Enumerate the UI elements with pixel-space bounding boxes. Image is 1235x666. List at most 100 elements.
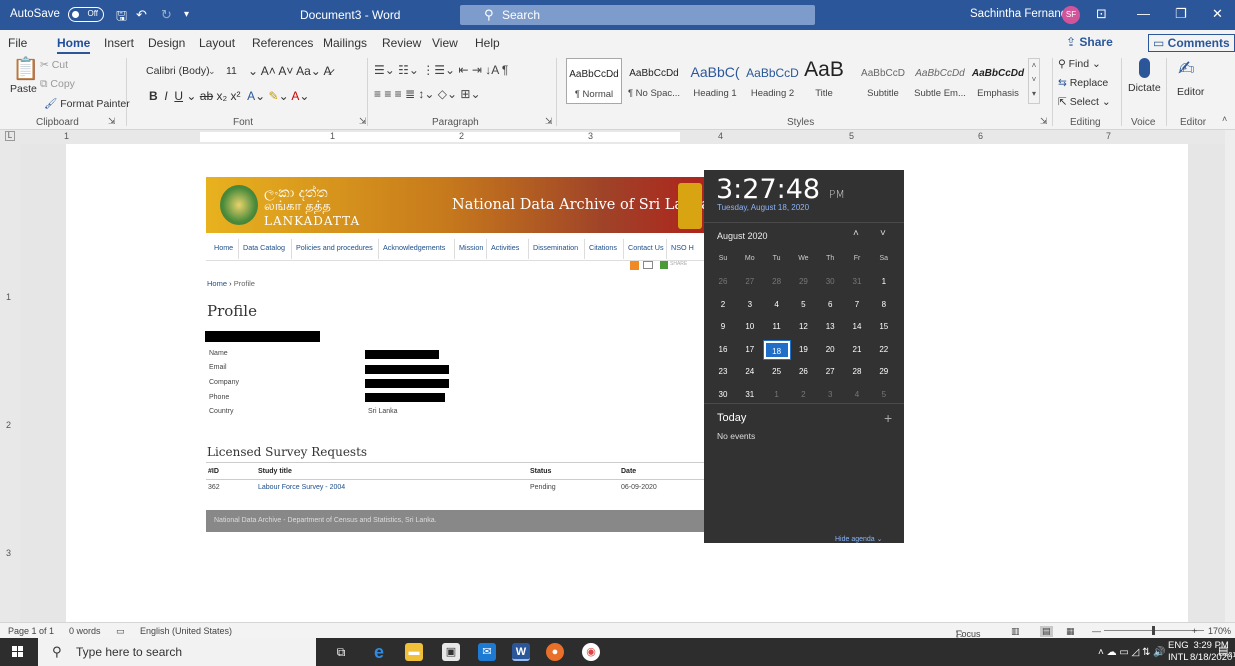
style-no-spacing[interactable]: AaBbCcDd ¶ No Spac... xyxy=(624,58,684,104)
editor-button[interactable]: Editor xyxy=(1177,86,1204,98)
style-emphasis[interactable]: AaBbCcDd Emphasis xyxy=(970,58,1026,104)
calendar-day[interactable]: 20 xyxy=(817,341,843,359)
zoom-level[interactable]: 170% xyxy=(1208,626,1231,636)
calendar-day[interactable]: 26 xyxy=(710,273,736,291)
customize-qat-icon[interactable]: ▾ xyxy=(184,9,189,20)
calendar-day[interactable]: 4 xyxy=(844,386,870,404)
vertical-scrollbar[interactable] xyxy=(1225,130,1235,622)
font-launcher-icon[interactable]: ⇲ xyxy=(359,116,367,127)
nav-item-home[interactable]: Home xyxy=(214,243,233,252)
calendar-day[interactable]: 11 xyxy=(764,318,790,336)
calendar-day[interactable]: 22 xyxy=(871,341,897,359)
calendar-day[interactable]: 12 xyxy=(790,318,816,336)
tab-file[interactable]: File xyxy=(8,36,27,50)
find-button[interactable]: ⚲ Find ⌄ xyxy=(1058,58,1101,70)
editor-icon[interactable]: ✍ xyxy=(1178,56,1195,81)
system-tray-icons[interactable]: ˄ ☁ ▭ ◿ ⇅ 🔊 xyxy=(1098,647,1166,658)
add-event-icon[interactable]: + xyxy=(884,410,892,426)
replace-button[interactable]: ⇆ Replace xyxy=(1058,77,1108,89)
calendar-day[interactable]: 30 xyxy=(710,386,736,404)
calendar-day[interactable]: 2 xyxy=(710,296,736,314)
windows-start-icon[interactable] xyxy=(12,646,24,658)
nav-item-citations[interactable]: Citations xyxy=(589,243,617,252)
search-box[interactable]: ⚲ Search xyxy=(460,5,815,25)
document-page[interactable]: ලංකා දත්ත லங்கா தத்த LANKADATTA National… xyxy=(66,144,1188,622)
input-language[interactable]: ENG INTL xyxy=(1168,640,1189,664)
font-format-icons[interactable]: B I U ⌄ ab x₂ x² A⌄ ✎⌄ A⌄ xyxy=(149,89,309,103)
tab-home[interactable]: Home xyxy=(57,36,91,55)
chevron-down-icon[interactable]: ⌄ xyxy=(208,66,216,77)
email-icon[interactable] xyxy=(643,261,653,269)
print-layout-icon[interactable]: ▤ xyxy=(1040,626,1053,637)
calendar-day[interactable]: 28 xyxy=(764,273,790,291)
style-normal[interactable]: AaBbCcDd ¶ Normal xyxy=(566,58,622,104)
font-size-dropdown[interactable]: 11 xyxy=(226,65,237,77)
web-layout-icon[interactable]: ▦ xyxy=(1066,626,1075,637)
save-icon[interactable]: 🖫 xyxy=(116,7,127,29)
study-title-link[interactable]: Labour Force Survey - 2004 xyxy=(258,484,345,491)
user-name[interactable]: Sachintha Fernando xyxy=(970,8,1074,20)
tab-help[interactable]: Help xyxy=(475,36,500,50)
calendar-day[interactable]: 7 xyxy=(844,296,870,314)
taskbar-search[interactable]: ⚲ Type here to search xyxy=(38,638,316,666)
style-subtitle[interactable]: AaBbCcD Subtitle xyxy=(857,58,909,104)
nav-item-dissemination[interactable]: Dissemination xyxy=(533,243,578,252)
calendar-day[interactable]: 5 xyxy=(790,296,816,314)
calendar-day[interactable]: 13 xyxy=(817,318,843,336)
comments-button[interactable]: ▭ Comments xyxy=(1148,34,1235,52)
nav-item-data-catalog[interactable]: Data Catalog xyxy=(243,243,285,252)
zoom-slider-thumb[interactable] xyxy=(1152,626,1155,635)
read-mode-icon[interactable]: ▥ xyxy=(1011,626,1020,637)
edge-icon[interactable]: e xyxy=(370,643,388,661)
tab-insert[interactable]: Insert xyxy=(104,36,134,50)
style-title[interactable]: AaB Title xyxy=(800,58,848,104)
share-plus-icon[interactable] xyxy=(660,261,668,269)
nav-item-contact-us[interactable]: Contact Us xyxy=(628,243,664,252)
file-explorer-icon[interactable]: ▬ xyxy=(405,643,423,661)
task-view-icon[interactable]: ⧉ xyxy=(332,643,350,661)
calendar-day[interactable]: 27 xyxy=(737,273,763,291)
calendar-day[interactable]: 10 xyxy=(737,318,763,336)
calendar-day[interactable]: 9 xyxy=(710,318,736,336)
horizontal-ruler[interactable]: L 1 1 2 3 4 5 6 7 xyxy=(0,130,1235,144)
firefox-icon[interactable]: ● xyxy=(546,643,564,661)
font-size-controls-icon[interactable]: ⌄ A˄ A˅ Aa⌄ A̷ xyxy=(248,64,332,78)
dictate-button[interactable]: Dictate xyxy=(1128,82,1161,94)
calendar-day[interactable]: 5 xyxy=(871,386,897,404)
microphone-icon[interactable] xyxy=(1139,58,1150,78)
cut-button[interactable]: ✂ Cut xyxy=(40,59,68,71)
close-icon[interactable]: ✕ xyxy=(1212,6,1223,22)
tab-design[interactable]: Design xyxy=(148,36,185,50)
tab-layout[interactable]: Layout xyxy=(199,36,235,50)
format-painter-button[interactable]: 🖌 Format Painter xyxy=(44,97,130,110)
list-icons[interactable]: ☰⌄ ☷⌄ ⋮☰⌄ ⇤ ⇥ ↓A ¶ xyxy=(374,63,508,77)
calendar-day[interactable]: 15 xyxy=(871,318,897,336)
styles-scroll[interactable]: ˄ ˅ ▾ xyxy=(1028,58,1040,104)
style-subtle-emphasis[interactable]: AaBbCcDd Subtle Em... xyxy=(912,58,968,104)
calendar-day[interactable]: 31 xyxy=(737,386,763,404)
prev-month-icon[interactable]: ˄ xyxy=(853,228,859,239)
word-icon[interactable]: W xyxy=(512,643,530,661)
font-name-dropdown[interactable]: Calibri (Body) xyxy=(146,65,210,77)
notification-icon[interactable]: ▤21 xyxy=(1218,644,1235,659)
paragraph-launcher-icon[interactable]: ⇲ xyxy=(545,116,553,127)
next-month-icon[interactable]: ˅ xyxy=(880,228,886,239)
calendar-day[interactable]: 28 xyxy=(844,363,870,381)
align-icons[interactable]: ≡ ≡ ≡ ≣ ↕⌄ ◇⌄ ⊞⌄ xyxy=(374,87,481,101)
minimize-icon[interactable]: — xyxy=(1137,6,1150,21)
tab-review[interactable]: Review xyxy=(382,36,421,50)
paste-button[interactable]: Paste xyxy=(10,83,37,95)
calendar-day[interactable]: 14 xyxy=(844,318,870,336)
style-heading2[interactable]: AaBbCcD Heading 2 xyxy=(745,58,800,104)
styles-launcher-icon[interactable]: ⇲ xyxy=(1040,116,1048,127)
zoom-out-icon[interactable]: — xyxy=(1092,626,1101,636)
calendar-day[interactable]: 4 xyxy=(764,296,790,314)
calendar-day[interactable]: 21 xyxy=(844,341,870,359)
copy-button[interactable]: ⧉ Copy xyxy=(40,78,75,91)
avatar[interactable]: SF xyxy=(1062,6,1080,24)
breadcrumb-home[interactable]: Home xyxy=(207,279,227,288)
store-icon[interactable]: ▣ xyxy=(442,643,460,661)
calendar-day[interactable]: 29 xyxy=(790,273,816,291)
style-heading1[interactable]: AaBbC(Heading 1 xyxy=(686,58,744,104)
tab-mailings[interactable]: Mailings xyxy=(323,36,367,50)
